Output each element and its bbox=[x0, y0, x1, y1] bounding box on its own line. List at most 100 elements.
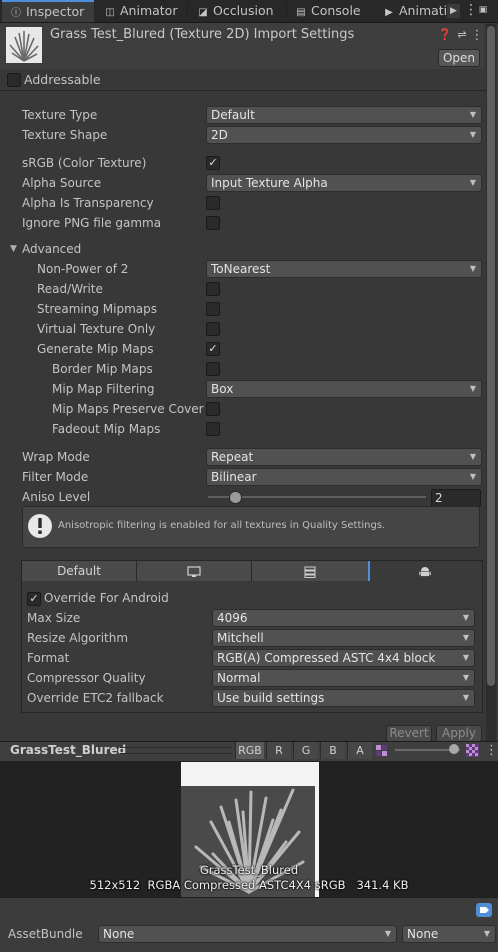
wrap-mode-label: Wrap Mode bbox=[22, 450, 90, 464]
override-android-checkbox[interactable]: ✓ bbox=[27, 592, 41, 606]
channel-b-button[interactable]: B bbox=[320, 742, 345, 759]
platform-tab-server[interactable] bbox=[252, 561, 369, 581]
android-icon bbox=[419, 566, 431, 576]
chevron-down-icon: ▼ bbox=[462, 633, 469, 642]
dropdown-value: Input Texture Alpha bbox=[211, 176, 328, 190]
chevron-down-icon: ▼ bbox=[462, 653, 469, 662]
help-icon[interactable]: ❓ bbox=[438, 28, 452, 41]
border-mip-maps-checkbox[interactable] bbox=[206, 362, 220, 376]
filter-mode-label: Filter Mode bbox=[22, 470, 89, 484]
revert-button[interactable]: Revert bbox=[386, 725, 432, 742]
tab-label: Animatio bbox=[399, 3, 446, 18]
open-button[interactable]: Open bbox=[438, 49, 480, 67]
server-icon bbox=[304, 566, 316, 578]
override-android-label: Override For Android bbox=[44, 591, 169, 605]
animator-icon: ◫ bbox=[105, 7, 115, 18]
preset-icon[interactable]: ⇌ bbox=[455, 28, 469, 41]
apply-button[interactable]: Apply bbox=[436, 725, 482, 742]
dropdown-value: Use build settings bbox=[217, 691, 325, 705]
chevron-down-icon: ▼ bbox=[483, 929, 490, 938]
advanced-foldout-icon[interactable]: ▼ bbox=[10, 244, 17, 254]
platform-tab-default[interactable]: Default bbox=[22, 561, 137, 581]
channel-r-button[interactable]: R bbox=[266, 742, 291, 759]
tab-label: Console bbox=[311, 3, 361, 18]
dropdown-value: Normal bbox=[217, 671, 261, 685]
ignore-png-gamma-label: Ignore PNG file gamma bbox=[22, 216, 162, 230]
override-etc2-label: Override ETC2 fallback bbox=[27, 691, 164, 705]
generate-mip-maps-checkbox[interactable]: ✓ bbox=[206, 342, 220, 356]
format-label: Format bbox=[27, 651, 70, 665]
scrollbar-thumb[interactable] bbox=[487, 26, 495, 686]
resize-algorithm-dropdown[interactable]: Mitchell ▼ bbox=[212, 629, 475, 647]
alpha-source-label: Alpha Source bbox=[22, 176, 102, 190]
animation-icon: ▶ bbox=[385, 7, 393, 18]
fadeout-mip-maps-checkbox[interactable] bbox=[206, 422, 220, 436]
mip-map-filtering-dropdown[interactable]: Box ▼ bbox=[206, 380, 482, 398]
compressor-quality-label: Compressor Quality bbox=[27, 671, 146, 685]
virtual-texture-only-checkbox[interactable] bbox=[206, 322, 220, 336]
preview-title: GrassTest_Blured bbox=[10, 743, 127, 757]
aniso-slider-thumb[interactable] bbox=[229, 491, 243, 504]
wrap-mode-dropdown[interactable]: Repeat ▼ bbox=[206, 448, 482, 466]
dropdown-value: None bbox=[103, 927, 135, 941]
context-menu-icon[interactable]: ⋮ bbox=[470, 28, 484, 43]
asset-label-tag-icon[interactable] bbox=[476, 903, 492, 917]
tab-scroll-right-icon[interactable]: ▶ bbox=[447, 4, 460, 18]
tab-divider bbox=[286, 4, 287, 18]
mipmap-small-icon[interactable] bbox=[375, 744, 388, 757]
monitor-icon bbox=[187, 565, 201, 577]
aniso-level-field[interactable]: 2 bbox=[431, 489, 481, 507]
preview-menu-icon[interactable]: ⋮ bbox=[485, 743, 498, 758]
chevron-down-icon: ▼ bbox=[469, 110, 476, 119]
tab-console[interactable]: ▤ Console bbox=[295, 0, 375, 22]
ignore-png-gamma-checkbox[interactable] bbox=[206, 216, 220, 230]
srgb-checkbox[interactable]: ✓ bbox=[206, 156, 220, 170]
mipmap-slider-thumb[interactable] bbox=[449, 744, 459, 754]
dropdown-value: Default bbox=[211, 108, 255, 122]
chevron-down-icon: ▼ bbox=[469, 384, 476, 393]
console-icon: ▤ bbox=[296, 7, 306, 18]
dropdown-value: RGB(A) Compressed ASTC 4x4 block bbox=[217, 651, 436, 665]
alpha-transparency-label: Alpha Is Transparency bbox=[22, 196, 154, 210]
texture-shape-dropdown[interactable]: 2D ▼ bbox=[206, 126, 482, 144]
asset-bundle-dropdown[interactable]: None ▼ bbox=[98, 925, 397, 943]
alpha-transparency-checkbox[interactable] bbox=[206, 196, 220, 210]
chevron-down-icon: ▼ bbox=[462, 693, 469, 702]
channel-rgb-button[interactable]: RGB bbox=[235, 742, 264, 759]
platform-tab-standalone[interactable] bbox=[137, 561, 252, 581]
header-divider bbox=[0, 90, 486, 91]
format-dropdown[interactable]: RGB(A) Compressed ASTC 4x4 block ▼ bbox=[212, 649, 475, 667]
chevron-down-icon: ▼ bbox=[384, 929, 391, 938]
texture-type-dropdown[interactable]: Default ▼ bbox=[206, 106, 482, 124]
max-size-dropdown[interactable]: 4096 ▼ bbox=[212, 609, 475, 627]
channel-a-button[interactable]: A bbox=[347, 742, 372, 759]
compressor-quality-dropdown[interactable]: Normal ▼ bbox=[212, 669, 475, 687]
generate-mip-maps-label: Generate Mip Maps bbox=[37, 342, 154, 356]
texture-shape-label: Texture Shape bbox=[22, 128, 108, 142]
override-etc2-dropdown[interactable]: Use build settings ▼ bbox=[212, 689, 475, 707]
preview-drag-handle[interactable] bbox=[120, 747, 232, 754]
chevron-down-icon: ▼ bbox=[462, 673, 469, 682]
tab-animation[interactable]: ▶ Animatio bbox=[383, 0, 446, 22]
preview-caption-info: 512x512 RGBA Compressed ASTC4X4 sRGB 341… bbox=[89, 878, 409, 892]
non-power-of-2-dropdown[interactable]: ToNearest ▼ bbox=[206, 260, 482, 278]
aniso-level-label: Aniso Level bbox=[22, 490, 91, 504]
border-mip-maps-label: Border Mip Maps bbox=[52, 362, 153, 376]
tab-label: Inspector bbox=[26, 4, 85, 19]
platform-tab-android[interactable] bbox=[370, 561, 480, 581]
asset-bundle-variant-dropdown[interactable]: None ▼ bbox=[402, 925, 496, 943]
alpha-source-dropdown[interactable]: Input Texture Alpha ▼ bbox=[206, 174, 482, 192]
advanced-section-label[interactable]: Advanced bbox=[22, 242, 81, 256]
addressable-checkbox[interactable] bbox=[7, 73, 21, 87]
tab-animator[interactable]: ◫ Animator bbox=[104, 0, 188, 22]
tab-occlusion[interactable]: ◪ Occlusion bbox=[197, 0, 287, 22]
tab-inspector[interactable]: ⓘ Inspector bbox=[2, 0, 94, 22]
lock-icon[interactable]: ▣ bbox=[476, 3, 490, 17]
read-write-checkbox[interactable] bbox=[206, 282, 220, 296]
mip-maps-preserve-coverage-checkbox[interactable] bbox=[206, 402, 220, 416]
streaming-mipmaps-checkbox[interactable] bbox=[206, 302, 220, 316]
filter-mode-dropdown[interactable]: Bilinear ▼ bbox=[206, 468, 482, 486]
addressable-label: Addressable bbox=[24, 72, 101, 87]
mipmap-large-icon[interactable] bbox=[466, 744, 479, 757]
channel-g-button[interactable]: G bbox=[293, 742, 318, 759]
